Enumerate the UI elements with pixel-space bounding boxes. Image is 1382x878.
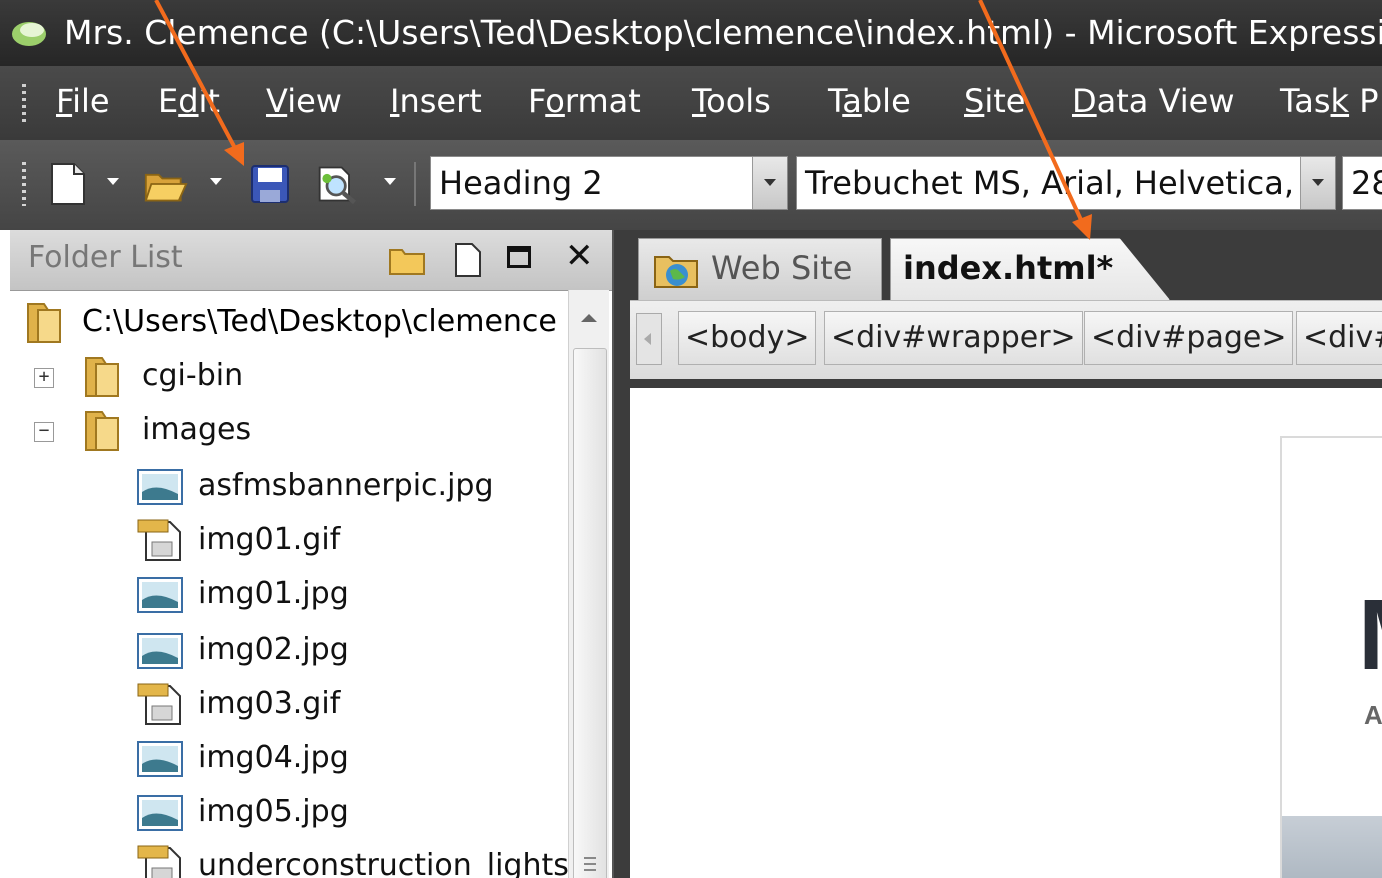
menu-grip[interactable] bbox=[22, 84, 26, 122]
gif-image-icon bbox=[137, 845, 181, 878]
preview-heading-letter: M bbox=[1358, 578, 1382, 693]
file-label: img01.gif bbox=[198, 522, 341, 557]
new-folder-icon[interactable] bbox=[388, 242, 426, 278]
folder-label: cgi-bin bbox=[142, 358, 244, 393]
folder-icon bbox=[27, 303, 61, 343]
jpg-image-icon bbox=[137, 469, 183, 505]
font-combo-value: Trebuchet MS, Arial, Helvetica, bbox=[805, 164, 1294, 202]
tag-div-wrapper[interactable]: <div#wrapper> bbox=[824, 311, 1083, 365]
file-label: img05.jpg bbox=[198, 794, 349, 829]
save-disk-icon[interactable] bbox=[248, 160, 292, 208]
open-folder-icon[interactable] bbox=[144, 160, 188, 208]
jpg-image-icon bbox=[137, 741, 183, 777]
menu-table[interactable]: Table bbox=[828, 82, 911, 120]
scroll-grip-icon bbox=[584, 857, 596, 875]
root-path-label: C:\Users\Ted\Desktop\clemence bbox=[82, 304, 557, 339]
maximize-icon[interactable] bbox=[507, 246, 531, 268]
preview-subheading-letter: A bbox=[1364, 700, 1382, 730]
folder-label: images bbox=[142, 412, 252, 447]
web-site-icon bbox=[654, 256, 698, 288]
toolbar-grip[interactable] bbox=[22, 162, 26, 206]
style-combo-value: Heading 2 bbox=[439, 164, 603, 202]
font-size-combo[interactable]: 28 bbox=[1342, 156, 1382, 210]
toolbar-separator bbox=[414, 162, 416, 206]
menu-task-panes[interactable]: Task P bbox=[1280, 82, 1379, 120]
collapse-icon[interactable]: − bbox=[34, 422, 54, 442]
menu-file[interactable]: File bbox=[56, 82, 110, 120]
tab-web-site[interactable]: Web Site bbox=[638, 238, 882, 300]
tag-div-next[interactable]: <div# bbox=[1296, 311, 1382, 365]
jpg-image-icon bbox=[137, 795, 183, 831]
expression-web-icon bbox=[12, 22, 46, 46]
quick-tag-selector: <body> <div#wrapper> <div#page> <div# bbox=[630, 300, 1382, 379]
jpg-image-icon bbox=[137, 633, 183, 669]
open-dropdown[interactable] bbox=[210, 178, 222, 185]
menu-bar: File Edit View Insert Format Tools Table… bbox=[0, 66, 1382, 140]
font-combo[interactable]: Trebuchet MS, Arial, Helvetica, bbox=[796, 156, 1336, 210]
preview-banner-image bbox=[1282, 816, 1382, 878]
tab-index-html[interactable]: index.html* bbox=[890, 238, 1170, 300]
tab-label: index.html* bbox=[903, 249, 1114, 287]
jpg-image-icon bbox=[137, 577, 183, 613]
gif-image-icon bbox=[137, 683, 181, 725]
window-title: Mrs. Clemence (C:\Users\Ted\Desktop\clem… bbox=[64, 13, 1382, 52]
file-label: img04.jpg bbox=[198, 740, 349, 775]
tab-label: Web Site bbox=[711, 249, 853, 287]
editor-area: Web Site index.html* <body> <div#wrapper… bbox=[614, 230, 1382, 878]
scrollbar-thumb[interactable] bbox=[573, 348, 607, 878]
font-combo-dropdown[interactable] bbox=[1300, 157, 1335, 209]
new-page-dropdown[interactable] bbox=[107, 178, 119, 185]
menu-format[interactable]: Format bbox=[528, 82, 641, 120]
scroll-up-arrow-icon[interactable] bbox=[581, 314, 597, 322]
close-icon[interactable]: ✕ bbox=[565, 236, 594, 276]
tag-div-page[interactable]: <div#page> bbox=[1084, 311, 1294, 365]
menu-tools[interactable]: Tools bbox=[692, 82, 771, 120]
folder-list-header: Folder List ✕ bbox=[10, 230, 612, 291]
file-label: img02.jpg bbox=[198, 632, 349, 667]
style-combo[interactable]: Heading 2 bbox=[430, 156, 788, 210]
gif-image-icon bbox=[137, 519, 181, 561]
menu-data-view[interactable]: Data View bbox=[1072, 82, 1235, 120]
common-toolbar: Heading 2 Trebuchet MS, Arial, Helvetica… bbox=[0, 140, 1382, 230]
menu-site[interactable]: Site bbox=[964, 82, 1025, 120]
tag-body[interactable]: <body> bbox=[678, 311, 817, 365]
page-preview: M A bbox=[1280, 436, 1382, 878]
file-label: img03.gif bbox=[198, 686, 341, 721]
preview-dropdown[interactable] bbox=[384, 178, 396, 185]
folder-icon bbox=[85, 411, 119, 451]
folder-list-panel: Folder List ✕ C:\Users\Ted\Desktop\cleme… bbox=[10, 230, 614, 878]
title-bar: Mrs. Clemence (C:\Users\Ted\Desktop\clem… bbox=[0, 0, 1382, 66]
folder-icon bbox=[85, 357, 119, 397]
file-label: asfmsbannerpic.jpg bbox=[198, 468, 494, 503]
new-page-icon[interactable] bbox=[46, 160, 90, 208]
folder-list-scrollbar[interactable] bbox=[568, 290, 609, 878]
panel-title: Folder List bbox=[28, 240, 183, 275]
file-label: underconstruction_lights bbox=[198, 848, 569, 878]
menu-edit[interactable]: Edit bbox=[158, 82, 220, 120]
menu-view[interactable]: View bbox=[266, 82, 342, 120]
tag-scroll-left-icon[interactable] bbox=[636, 313, 662, 365]
new-page-small-icon[interactable] bbox=[448, 242, 486, 278]
design-view[interactable]: M A bbox=[630, 388, 1382, 878]
font-size-value: 28 bbox=[1351, 164, 1382, 202]
preview-magnifier-icon[interactable] bbox=[316, 160, 360, 208]
style-combo-dropdown[interactable] bbox=[752, 157, 787, 209]
expand-icon[interactable]: + bbox=[34, 368, 54, 388]
menu-insert[interactable]: Insert bbox=[390, 82, 482, 120]
file-label: img01.jpg bbox=[198, 576, 349, 611]
